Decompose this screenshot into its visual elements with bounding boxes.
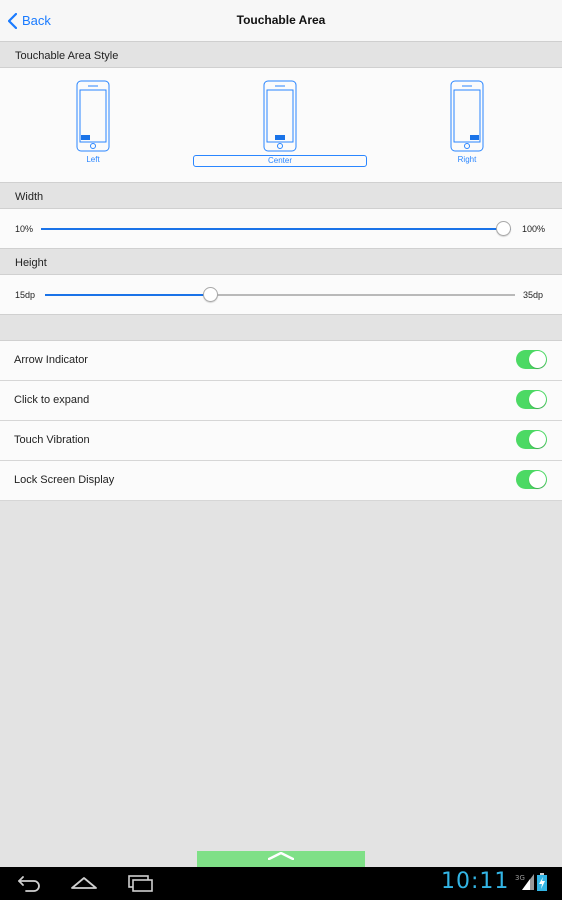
lock-screen-display-switch[interactable] <box>516 470 547 489</box>
nav-header: Back Touchable Area <box>0 0 562 42</box>
home-icon <box>71 877 97 889</box>
width-max-label: 100% <box>522 224 546 234</box>
toggle-row-touch-vibration: Touch Vibration <box>0 421 562 461</box>
height-min-label: 15dp <box>15 290 36 300</box>
toggle-row-click-to-expand: Click to expand <box>0 381 562 421</box>
style-option-left[interactable]: Left <box>73 80 113 165</box>
style-option-label: Right <box>457 155 477 164</box>
switch-knob <box>529 471 546 488</box>
toggle-label: Touch Vibration <box>14 434 90 446</box>
battery-charging-icon <box>537 873 547 891</box>
back-arrow-icon <box>18 876 40 892</box>
status-clock: 10:11 <box>441 869 510 894</box>
width-slider-thumb[interactable] <box>496 221 511 236</box>
phone-center-icon <box>263 80 297 152</box>
home-nav-button[interactable] <box>70 874 98 897</box>
switch-knob <box>529 351 546 368</box>
width-min-label: 10% <box>15 224 34 234</box>
width-slider-track[interactable] <box>41 221 511 236</box>
toggle-label: Lock Screen Display <box>14 474 115 486</box>
recents-nav-button[interactable] <box>126 874 154 897</box>
height-slider-fill <box>45 294 210 296</box>
back-nav-button[interactable] <box>16 874 42 897</box>
width-slider-panel: 10% 100% <box>0 208 562 249</box>
switch-knob <box>529 431 546 448</box>
height-slider-panel: 15dp 35dp <box>0 274 562 315</box>
arrow-indicator-switch[interactable] <box>516 350 547 369</box>
chevron-up-icon <box>268 852 294 860</box>
width-slider-fill <box>41 228 511 230</box>
pull-up-handle[interactable] <box>197 851 365 867</box>
style-option-label-selected: Center <box>193 155 367 167</box>
section-header-height: Height <box>0 249 562 275</box>
style-option-label: Left <box>86 155 100 164</box>
recent-apps-icon <box>128 875 153 892</box>
signal-icon <box>522 874 534 890</box>
section-header-width: Width <box>0 183 562 209</box>
style-option-right[interactable]: Right <box>447 80 487 165</box>
page-title: Touchable Area <box>236 13 326 27</box>
height-slider-thumb[interactable] <box>203 287 218 302</box>
switch-knob <box>529 391 546 408</box>
click-to-expand-switch[interactable] <box>516 390 547 409</box>
toggle-row-arrow-indicator: Arrow Indicator <box>0 341 562 381</box>
toggle-label: Arrow Indicator <box>14 354 88 366</box>
system-nav-bar: 10:11 3G <box>0 867 562 900</box>
height-slider-track[interactable] <box>45 287 515 302</box>
toggle-label: Click to expand <box>14 394 90 406</box>
section-header-touch-style: Touchable Area Style <box>0 43 562 67</box>
height-max-label: 35dp <box>523 290 544 300</box>
phone-right-icon <box>450 80 484 152</box>
touch-style-panel: Left Center Right <box>0 67 562 183</box>
touch-vibration-switch[interactable] <box>516 430 547 449</box>
style-option-center[interactable]: Center <box>193 80 367 167</box>
toggle-row-lock-screen-display: Lock Screen Display <box>0 461 562 501</box>
phone-left-icon <box>76 80 110 152</box>
